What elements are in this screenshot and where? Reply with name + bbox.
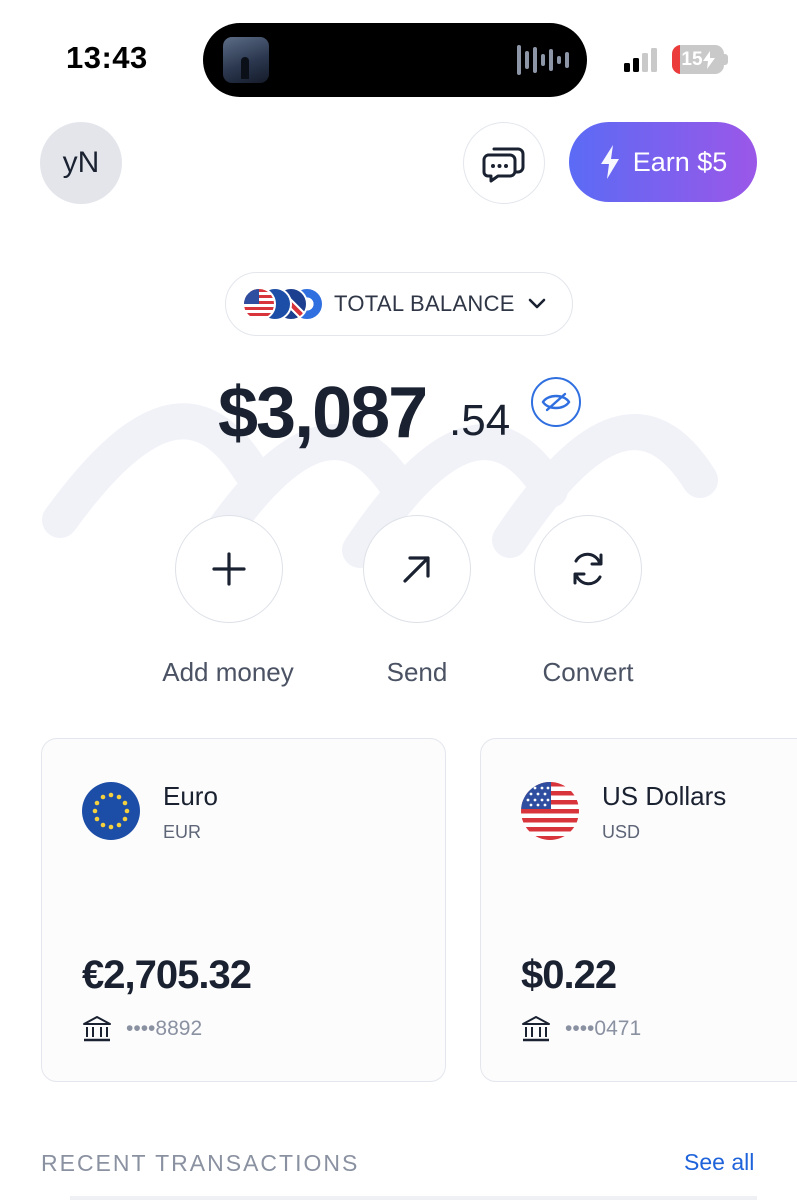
account-card-eur[interactable]: Euro EUR €2,705.32 ••••8892 — [41, 738, 446, 1082]
refresh-icon — [573, 552, 603, 586]
convert-button[interactable] — [534, 515, 642, 623]
hide-balance-button[interactable] — [531, 377, 581, 427]
plus-icon — [212, 552, 246, 586]
send-button[interactable] — [363, 515, 471, 623]
convert-label[interactable]: Convert — [488, 657, 688, 688]
account-code: USD — [602, 822, 641, 842]
charging-bolt-icon — [702, 50, 715, 69]
currency-flags — [242, 287, 324, 321]
bank-icon — [522, 1016, 550, 1042]
lightning-icon — [600, 145, 619, 179]
total-balance-label: TOTAL BALANCE — [334, 291, 515, 316]
arrow-up-right-icon — [403, 556, 430, 583]
battery-tip — [724, 54, 728, 65]
eye-off-icon — [541, 392, 571, 412]
battery-icon: 15 — [672, 45, 724, 74]
account-code: EUR — [163, 822, 202, 842]
account-card-usd[interactable]: US Dollars USD $0.22 ••••0471 — [480, 738, 797, 1082]
see-all-link[interactable]: See all — [684, 1149, 754, 1176]
add-money-label[interactable]: Add money — [128, 657, 328, 688]
us-flag-icon — [242, 287, 276, 321]
send-label[interactable]: Send — [317, 657, 517, 688]
earn-button[interactable]: Earn $5 — [569, 122, 757, 202]
chevron-down-icon — [528, 298, 546, 309]
account-balance: €2,705.32 — [82, 953, 252, 997]
account-name: Euro — [163, 781, 218, 811]
balance-cents: .54 — [449, 396, 511, 445]
status-time: 13:43 — [66, 40, 148, 75]
signal-icon — [624, 48, 657, 72]
divider — [70, 1196, 757, 1200]
recent-transactions-title: RECENT TRANSACTIONS — [41, 1150, 360, 1176]
balance-amount: $3,087 — [218, 373, 428, 453]
bank-icon — [83, 1016, 111, 1042]
dynamic-island[interactable] — [203, 23, 587, 97]
avatar-initials: yN — [62, 146, 100, 179]
album-art[interactable] — [223, 37, 269, 83]
add-money-button[interactable] — [175, 515, 283, 623]
battery-percent: 15 — [681, 48, 703, 70]
chat-button[interactable] — [463, 122, 545, 204]
avatar[interactable]: yN — [40, 122, 122, 204]
earn-label: Earn $5 — [632, 146, 728, 177]
account-balance: $0.22 — [521, 953, 617, 997]
account-number: ••••8892 — [126, 1017, 203, 1040]
waveform-icon — [517, 43, 569, 77]
total-balance-selector[interactable]: TOTAL BALANCE — [225, 272, 573, 336]
account-number: ••••0471 — [565, 1017, 642, 1040]
us-flag-icon — [521, 782, 579, 840]
eu-flag-icon — [82, 782, 140, 840]
battery-level: 15 — [672, 45, 724, 74]
account-name: US Dollars — [602, 781, 727, 811]
chat-bubbles-icon — [482, 147, 525, 183]
